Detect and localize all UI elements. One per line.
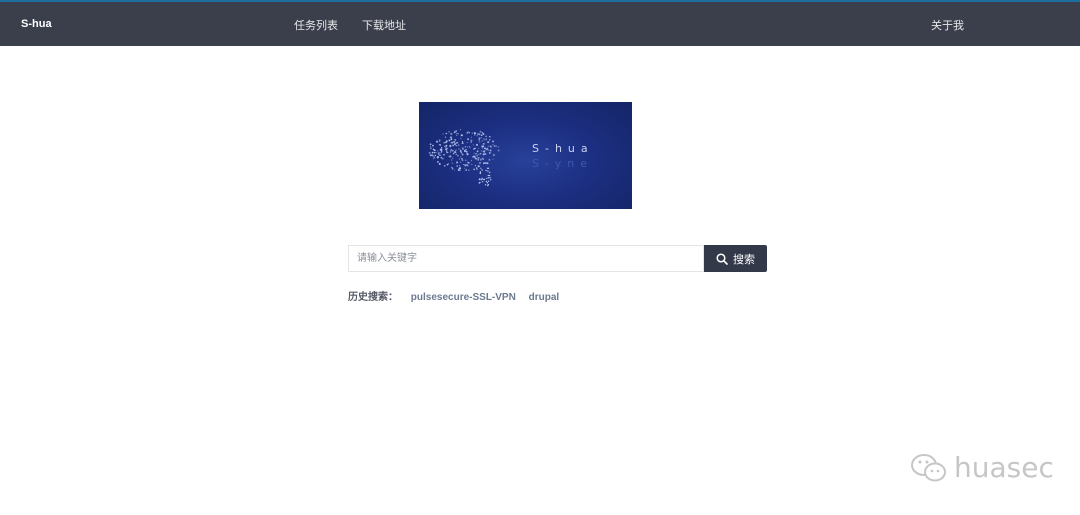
nav-link-download[interactable]: 下载地址 [362, 17, 406, 33]
brand-logo-text[interactable]: S-hua [21, 18, 52, 30]
history-item[interactable]: pulsesecure-SSL-VPN [411, 292, 516, 303]
watermark: huasec [910, 451, 1054, 484]
logo-title: S-hua [532, 142, 594, 155]
search-icon [716, 252, 728, 265]
search-input[interactable] [348, 245, 704, 272]
logo-banner: S-hua S-yne [419, 102, 632, 209]
brain-icon [428, 129, 500, 187]
watermark-text: huasec [954, 451, 1054, 484]
nav-link-task-list[interactable]: 任务列表 [294, 17, 338, 33]
nav-link-about[interactable]: 关于我 [931, 17, 964, 33]
search-history: 历史搜索： pulsesecure-SSL-VPN drupal [348, 288, 559, 303]
history-item[interactable]: drupal [529, 292, 560, 303]
top-navbar: S-hua 任务列表 下载地址 关于我 [0, 0, 1080, 46]
logo-subtitle: S-yne [532, 157, 594, 170]
search-button-label: 搜索 [733, 253, 755, 266]
history-label: 历史搜索： [348, 292, 398, 303]
search-button[interactable]: 搜索 [704, 245, 767, 272]
wechat-icon [911, 453, 946, 481]
